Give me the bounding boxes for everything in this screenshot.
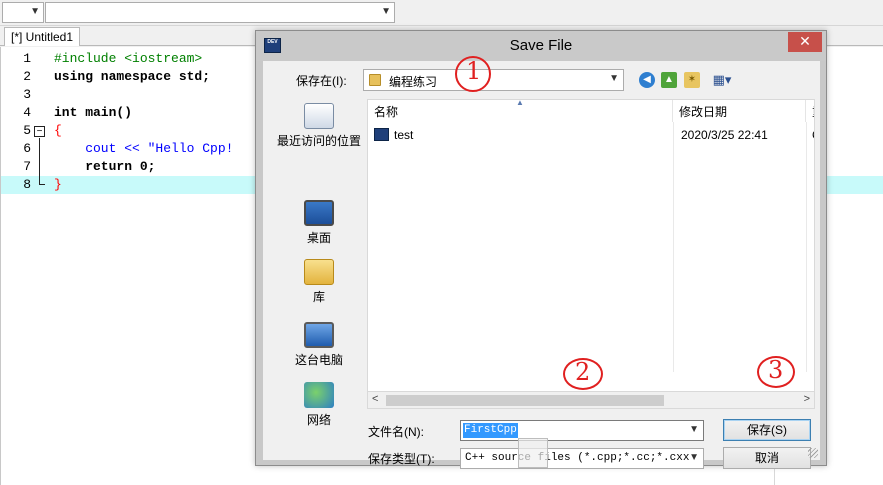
dialog-title: Save File [509, 37, 573, 54]
computer-icon [304, 322, 334, 348]
column-divider [673, 122, 674, 372]
filetype-label: 保存类型(T): [368, 452, 435, 466]
chevron-down-icon: ▼ [689, 452, 699, 463]
column-header-extra[interactable]: 重 [806, 100, 814, 122]
place-library[interactable]: 库 [273, 259, 365, 305]
code-text: using namespace std; [54, 69, 211, 84]
fold-toggle-icon[interactable]: − [34, 126, 45, 137]
save-in-label: 保存在(I): [296, 74, 347, 88]
file-date: 2020/3/25 22:41 [681, 128, 768, 142]
resize-grip-icon[interactable] [808, 448, 818, 458]
line-number: 4 [23, 105, 31, 120]
line-number: 1 [23, 51, 31, 66]
code-text: } [54, 177, 62, 192]
places-bar: 最近访问的位置 桌面 库 这台电脑 网络 [273, 99, 365, 461]
dialog-titlebar[interactable]: DEV Save File ✕ [256, 31, 826, 61]
up-folder-icon[interactable]: ▲ [661, 72, 677, 88]
save-file-dialog: DEV Save File ✕ 保存在(I): 编程练习 ▼ ◀ ▲ ✶ ▦▾ … [255, 30, 827, 469]
drag-cursor-icon [518, 438, 548, 468]
file-name: test [394, 128, 414, 142]
horizontal-scrollbar[interactable]: < > [367, 391, 815, 409]
place-label: 这台电脑 [294, 353, 343, 367]
place-network[interactable]: 网络 [273, 382, 365, 428]
scroll-right-icon[interactable]: > [804, 393, 810, 405]
filetype-value: C++ source files (*.cpp;*.cc;*.cxx;*. [465, 452, 690, 464]
filename-field[interactable]: FirstCpp ▼ [460, 420, 704, 441]
chevron-down-icon: ▼ [30, 6, 40, 17]
dev-cpp-window: ▼ ▼ [*] Untitled1 1 #include <iostream> … [0, 0, 883, 485]
chevron-down-icon: ▼ [609, 73, 619, 84]
back-arrow-icon[interactable]: ◀ [639, 72, 655, 88]
column-header-date[interactable]: 修改日期 [673, 100, 806, 122]
place-desktop[interactable]: 桌面 [273, 200, 365, 246]
filetype-select[interactable]: C++ source files (*.cpp;*.cc;*.cxx;*. ▼ [460, 448, 704, 469]
class-browser-combo[interactable]: ▼ [45, 2, 395, 23]
place-recent[interactable]: 最近访问的位置 [273, 103, 365, 149]
scroll-left-icon[interactable]: < [372, 393, 378, 405]
line-number: 6 [23, 141, 31, 156]
code-text: int main() [54, 105, 133, 120]
library-icon [304, 259, 334, 285]
dialog-client-area: 保存在(I): 编程练习 ▼ ◀ ▲ ✶ ▦▾ 最近访问的位置 桌面 库 这台电… [263, 61, 820, 469]
line-number: 8 [23, 177, 31, 192]
scroll-thumb[interactable] [386, 395, 664, 406]
filename-value: FirstCpp [463, 423, 518, 438]
new-folder-icon[interactable]: ✶ [684, 72, 700, 88]
annotation-3: 3 [768, 356, 784, 384]
place-label: 最近访问的位置 [276, 134, 361, 148]
code-text: #include <iostream> [54, 51, 203, 66]
line-number: 5 [23, 123, 31, 138]
file-extra: C [812, 128, 814, 142]
fold-guide [39, 138, 40, 184]
annotation-2: 2 [575, 358, 591, 386]
place-label: 桌面 [306, 231, 331, 245]
view-menu-icon[interactable]: ▦▾ [709, 72, 735, 88]
line-number: 3 [23, 87, 31, 102]
code-text: { [54, 123, 62, 138]
line-number: 2 [23, 69, 31, 84]
column-divider [806, 122, 807, 372]
ide-toolbar: ▼ ▼ [0, 0, 883, 26]
annotation-1: 1 [466, 57, 482, 85]
cancel-button[interactable]: 取消 [723, 447, 811, 469]
line-number: 7 [23, 159, 31, 174]
place-computer[interactable]: 这台电脑 [273, 322, 365, 368]
close-button[interactable]: ✕ [788, 32, 822, 52]
network-icon [304, 382, 334, 408]
recent-places-icon [304, 103, 334, 129]
save-in-value: 编程练习 [389, 75, 438, 89]
folder-icon [369, 74, 381, 86]
fold-guide-end [39, 184, 45, 185]
sort-ascending-icon: ▲ [516, 99, 524, 107]
place-label: 库 [312, 290, 325, 304]
devcpp-file-icon [374, 128, 389, 141]
column-name-label: 名称 [374, 105, 399, 119]
column-header-name[interactable]: 名称 ▲ [368, 100, 673, 122]
code-text: return 0; [54, 159, 156, 174]
place-label: 网络 [306, 413, 331, 427]
chevron-down-icon: ▼ [381, 6, 391, 17]
filename-label: 文件名(N): [368, 425, 424, 439]
compiler-combo[interactable]: ▼ [2, 2, 44, 23]
chevron-down-icon: ▼ [689, 424, 699, 435]
tab-untitled1[interactable]: [*] Untitled1 [4, 27, 81, 46]
save-button[interactable]: 保存(S) [723, 419, 811, 441]
desktop-icon [304, 200, 334, 226]
code-text: cout << "Hello Cpp! [54, 141, 234, 156]
save-in-combo[interactable]: 编程练习 ▼ [363, 69, 624, 91]
